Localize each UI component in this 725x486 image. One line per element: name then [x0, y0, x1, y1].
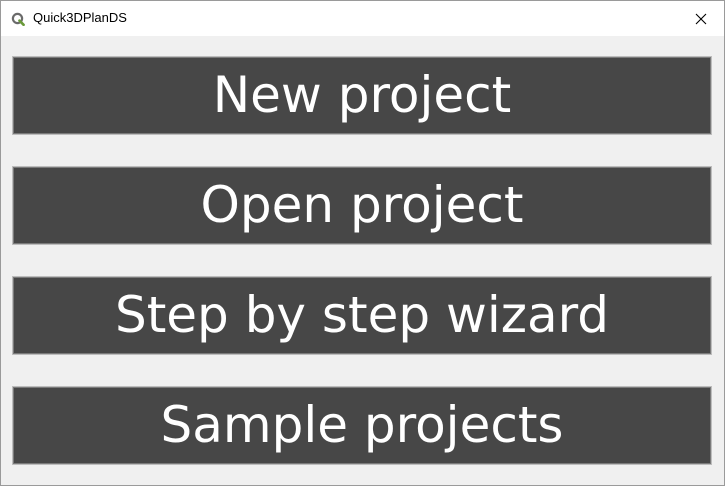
- close-icon: [695, 13, 707, 25]
- main-menu: New project Open project Step by step wi…: [1, 36, 724, 485]
- q-logo-icon: [11, 11, 25, 27]
- app-window: Quick3DPlanDS New project Open project S…: [0, 0, 725, 486]
- title-bar: Quick3DPlanDS: [1, 1, 724, 36]
- open-project-button[interactable]: Open project: [12, 166, 712, 245]
- step-by-step-wizard-button[interactable]: Step by step wizard: [12, 276, 712, 355]
- window-title: Quick3DPlanDS: [33, 10, 127, 25]
- sample-projects-button[interactable]: Sample projects: [12, 386, 712, 465]
- close-button[interactable]: [678, 1, 724, 36]
- new-project-button[interactable]: New project: [12, 56, 712, 135]
